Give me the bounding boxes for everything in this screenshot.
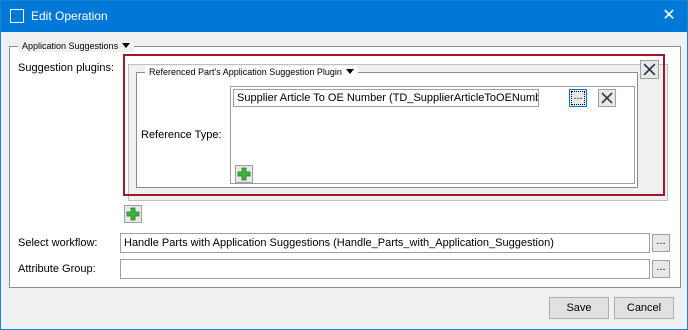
dropdown-arrow-icon [122, 43, 131, 48]
remove-icon [601, 92, 613, 104]
edit-operation-dialog: Edit Operation ✕ Application Suggestions… [0, 0, 688, 330]
select-workflow-label: Select workflow: [18, 237, 98, 249]
workflow-field[interactable]: Handle Parts with Application Suggestion… [120, 233, 650, 253]
remove-plugin-button[interactable] [640, 60, 659, 79]
reference-type-browse-button[interactable]: ... [569, 89, 587, 107]
add-reference-type-button[interactable] [235, 165, 253, 183]
add-icon [237, 167, 251, 181]
attribute-group-label: Attribute Group: [18, 263, 96, 275]
reference-type-label: Reference Type: [141, 129, 222, 141]
cancel-button[interactable]: Cancel [614, 297, 674, 319]
plugin-legend-text: Referenced Part's Application Suggestion… [149, 67, 342, 77]
reference-type-field[interactable]: Supplier Article To OE Number (TD_Suppli… [233, 89, 539, 107]
attribute-group-field[interactable] [120, 259, 650, 279]
application-suggestions-legend[interactable]: Application Suggestions [18, 40, 135, 52]
plugin-legend[interactable]: Referenced Part's Application Suggestion… [145, 66, 358, 78]
reference-type-list: Supplier Article To OE Number (TD_Suppli… [230, 86, 635, 184]
application-suggestions-group: Application Suggestions Suggestion plugi… [9, 40, 681, 288]
referenced-part-plugin-group: Referenced Part's Application Suggestion… [136, 66, 638, 188]
remove-reference-type-button[interactable] [598, 89, 616, 107]
suggestion-plugins-label: Suggestion plugins: [18, 62, 115, 74]
close-icon[interactable]: ✕ [659, 6, 679, 26]
suggestion-plugins-panel: Referenced Part's Application Suggestion… [128, 64, 668, 201]
window-title: Edit Operation [31, 9, 108, 23]
add-plugin-button[interactable] [124, 205, 142, 223]
remove-icon [643, 63, 656, 76]
title-bar: Edit Operation ✕ [1, 1, 687, 32]
application-suggestions-legend-text: Application Suggestions [22, 41, 119, 51]
dropdown-arrow-icon [345, 69, 354, 74]
add-icon [126, 207, 140, 221]
attribute-group-browse-button[interactable]: ... [652, 260, 670, 278]
window-icon [10, 9, 24, 23]
save-button[interactable]: Save [549, 297, 609, 319]
workflow-browse-button[interactable]: ... [652, 234, 670, 252]
